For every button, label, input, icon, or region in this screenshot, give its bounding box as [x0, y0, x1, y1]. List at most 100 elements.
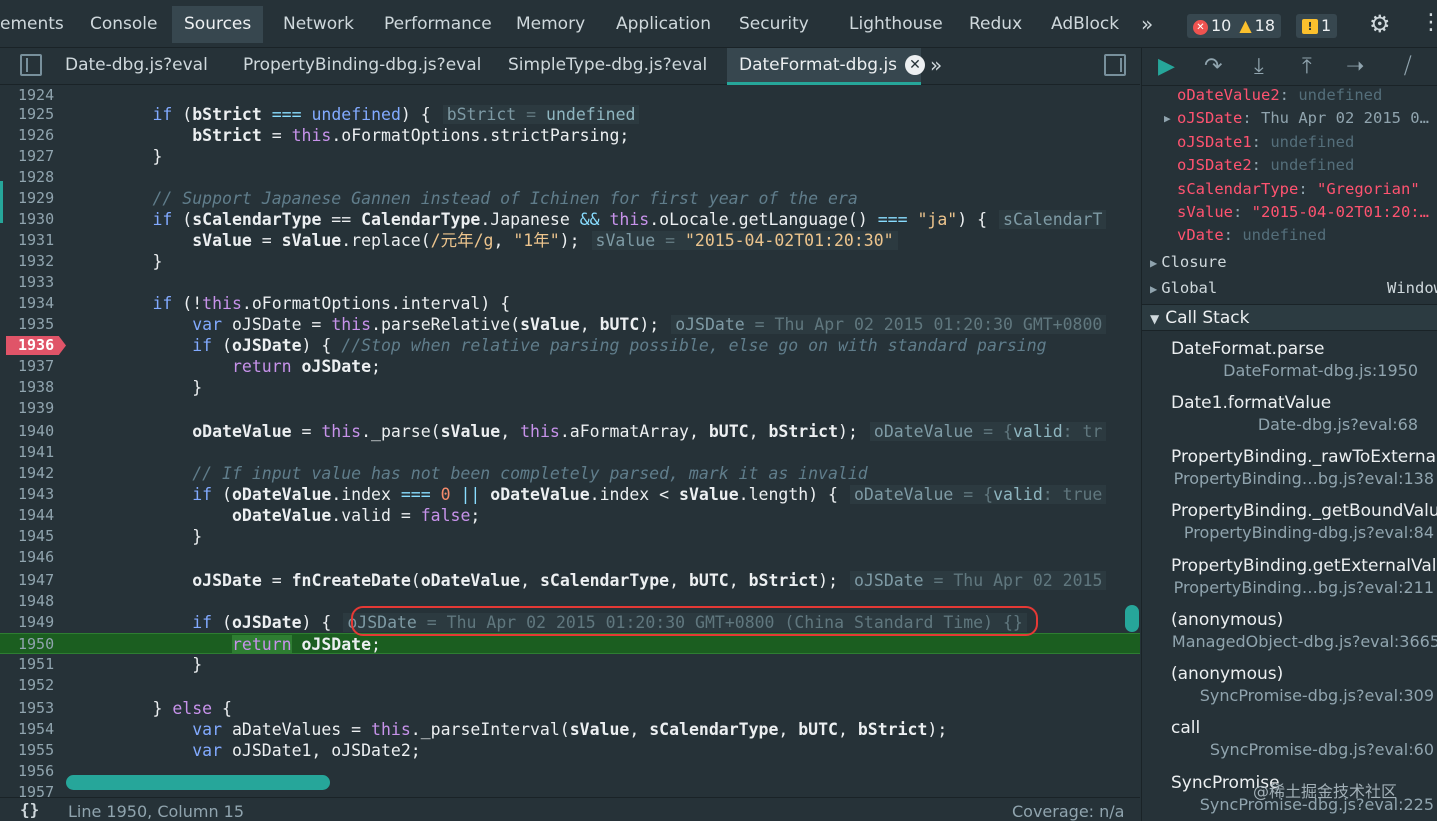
step-icon[interactable]: ➝	[1346, 54, 1364, 79]
call-stack-frame[interactable]: (anonymous) SyncPromise-dbg.js?eval:309	[1142, 664, 1437, 718]
code-line: 1927 }	[18, 147, 163, 166]
call-stack-frame[interactable]: PropertyBinding._getBoundValue PropertyBi…	[1142, 501, 1437, 555]
code-line: 1924	[0, 85, 1140, 106]
more-files-icon[interactable]: »	[930, 48, 942, 82]
line-number: 1935	[18, 315, 55, 333]
frame-function: call	[1171, 718, 1201, 738]
scope-variable[interactable]: oJSDate: Thu Apr 02 2015 0…	[1177, 107, 1429, 130]
tab-console[interactable]: Console	[90, 6, 158, 43]
resume-icon[interactable]: ▶	[1158, 54, 1175, 79]
debugger-sidebar-toggle-icon[interactable]	[1104, 54, 1126, 76]
call-stack-frame[interactable]: PropertyBinding.getExternalVal… PropertyB…	[1142, 556, 1437, 610]
call-stack-frame[interactable]: call SyncPromise-dbg.js?eval:60	[1142, 718, 1437, 772]
kebab-icon[interactable]: ⋮	[1420, 10, 1437, 35]
tab-redux[interactable]: Redux	[969, 6, 1022, 43]
scope-variable[interactable]: oJSDate2: undefined	[1177, 154, 1354, 177]
error-warning-counter[interactable]: ✕ 10 ▲ 18	[1187, 14, 1282, 38]
pretty-print-button[interactable]: {}	[20, 800, 39, 819]
expand-triangle-icon: ▶	[1150, 282, 1158, 296]
deactivate-breakpoints-icon[interactable]: ⧸	[1404, 54, 1411, 79]
line-number: 1925	[18, 105, 55, 123]
expand-triangle-icon: ▶	[1150, 256, 1158, 270]
tab-security[interactable]: Security	[739, 6, 809, 43]
code-line: 1926 bStrict = this.oFormatOptions.stric…	[18, 126, 630, 145]
file-tab-dateformat-dbg[interactable]: DateFormat-dbg.js ✕	[727, 48, 926, 85]
frame-location: PropertyBinding…bg.js?eval:138	[1173, 469, 1434, 488]
line-number: 1942	[18, 464, 55, 482]
tab-application[interactable]: Application	[616, 6, 711, 43]
line-number: 1956	[18, 762, 55, 780]
frame-location: Date-dbg.js?eval:68	[1257, 415, 1418, 434]
scope-variable[interactable]: oJSDate1: undefined	[1177, 131, 1354, 154]
line-number: 1924	[18, 86, 55, 104]
step-out-icon[interactable]: ⤒	[1302, 54, 1312, 79]
frame-location: SyncPromise-dbg.js?eval:60	[1209, 740, 1434, 759]
cursor-position: Line 1950, Column 15	[68, 802, 245, 821]
scope-closure-label: Closure	[1161, 253, 1227, 271]
call-stack-frame[interactable]: PropertyBinding._rawToExternal PropertyBi…	[1142, 447, 1437, 501]
line-number[interactable]: 1936	[18, 335, 60, 356]
line-number: 1941	[18, 443, 55, 461]
code-line: 1955 var oJSDate1, oJSDate2;	[18, 741, 421, 760]
code-line: 1933	[0, 272, 1140, 293]
scope-closure[interactable]: ▶ Closure	[1150, 250, 1227, 274]
tab-performance[interactable]: Performance	[384, 6, 492, 43]
line-number: 1957	[18, 783, 55, 797]
tab-lighthouse[interactable]: Lighthouse	[849, 6, 943, 43]
tab-elements[interactable]: ements	[0, 6, 64, 43]
code-line: 1954 var aDateValues = this._parseInterv…	[18, 720, 948, 739]
scope-global-label: Global	[1161, 279, 1218, 297]
call-stack-frame[interactable]: (anonymous) ManagedObject-dbg.js?eval:366…	[1142, 610, 1437, 664]
line-number: 1937	[18, 357, 55, 375]
line-number: 1943	[18, 485, 55, 503]
line-number: 1949	[18, 613, 55, 631]
line-number: 1950	[18, 635, 55, 653]
coverage-status: Coverage: n/a	[1012, 802, 1125, 821]
close-icon[interactable]: ✕	[905, 55, 926, 75]
scope-variable[interactable]: sCalendarType: "Gregorian"	[1177, 178, 1420, 201]
issues-counter[interactable]: ! 1	[1296, 14, 1338, 38]
line-number: 1928	[18, 168, 55, 186]
call-stack-title: Call Stack	[1165, 308, 1250, 328]
horizontal-scrollbar[interactable]	[66, 775, 330, 790]
code-editor[interactable]: 1924 1925 if (bStrict === undefined) {bS…	[0, 85, 1140, 797]
frame-function: PropertyBinding._getBoundValue	[1171, 501, 1437, 521]
code-line: 1945 }	[18, 527, 203, 546]
frame-location: ManagedObject-dbg.js?eval:3665	[1171, 632, 1437, 651]
tab-adblock[interactable]: AdBlock	[1051, 6, 1119, 43]
gear-icon[interactable]: ⚙	[1369, 10, 1391, 38]
watermark: @稀土掘金技术社区	[1253, 782, 1398, 801]
scope-variable[interactable]: oDateValue2: undefined	[1177, 84, 1382, 107]
scope-variable[interactable]: sValue: "2015-04-02T01:20:…	[1177, 201, 1429, 224]
call-stack-frame[interactable]: DateFormat.parse DateFormat-dbg.js:1950	[1142, 339, 1437, 393]
step-over-icon[interactable]: ↷	[1204, 54, 1222, 79]
code-line: 1928	[0, 167, 1140, 188]
sidebar-toggle-icon[interactable]	[20, 54, 42, 76]
line-number: 1938	[18, 378, 55, 396]
file-tab-simpletype-dbg[interactable]: SimpleType-dbg.js?eval	[508, 48, 707, 85]
more-tabs-icon[interactable]: »	[1141, 6, 1153, 43]
scope-global[interactable]: ▶Global Window	[1150, 276, 1437, 300]
frame-function: Date1.formatValue	[1171, 393, 1332, 413]
devtools-panel-tabbar: ements Console Sources Network Performan…	[0, 0, 1437, 48]
line-number: 1929	[18, 189, 55, 207]
issues-count: 1	[1321, 16, 1332, 35]
call-stack-frame[interactable]: Date1.formatValue Date-dbg.js?eval:68	[1142, 393, 1437, 447]
vertical-scrollbar[interactable]	[1125, 605, 1139, 632]
call-stack-header[interactable]: ▼ Call Stack	[1142, 304, 1437, 331]
step-into-icon[interactable]: ⤓	[1254, 54, 1264, 79]
expand-triangle-icon[interactable]: ▶	[1164, 112, 1171, 125]
code-line: 1943 if (oDateValue.index === 0 || oDate…	[0, 484, 1140, 505]
code-line: 1935 var oJSDate = this.parseRelative(sV…	[0, 314, 1140, 335]
code-line: 1940 oDateValue = this._parse(sValue, th…	[0, 421, 1140, 442]
tab-network[interactable]: Network	[283, 6, 354, 43]
scope-variable[interactable]: vDate: undefined	[1177, 224, 1326, 247]
code-line: 1930 if (sCalendarType == CalendarType.J…	[0, 209, 1140, 230]
tab-memory[interactable]: Memory	[516, 6, 585, 43]
file-tab-date-dbg[interactable]: Date-dbg.js?eval	[65, 48, 208, 85]
code-line: 1947 oJSDate = fnCreateDate(oDateValue, …	[0, 570, 1140, 591]
tab-sources[interactable]: Sources	[172, 6, 264, 43]
line-number: 1939	[18, 399, 55, 417]
code-line: 1942 // If input value has not been comp…	[18, 464, 868, 483]
file-tab-propertybinding-dbg[interactable]: PropertyBinding-dbg.js?eval	[243, 48, 481, 85]
